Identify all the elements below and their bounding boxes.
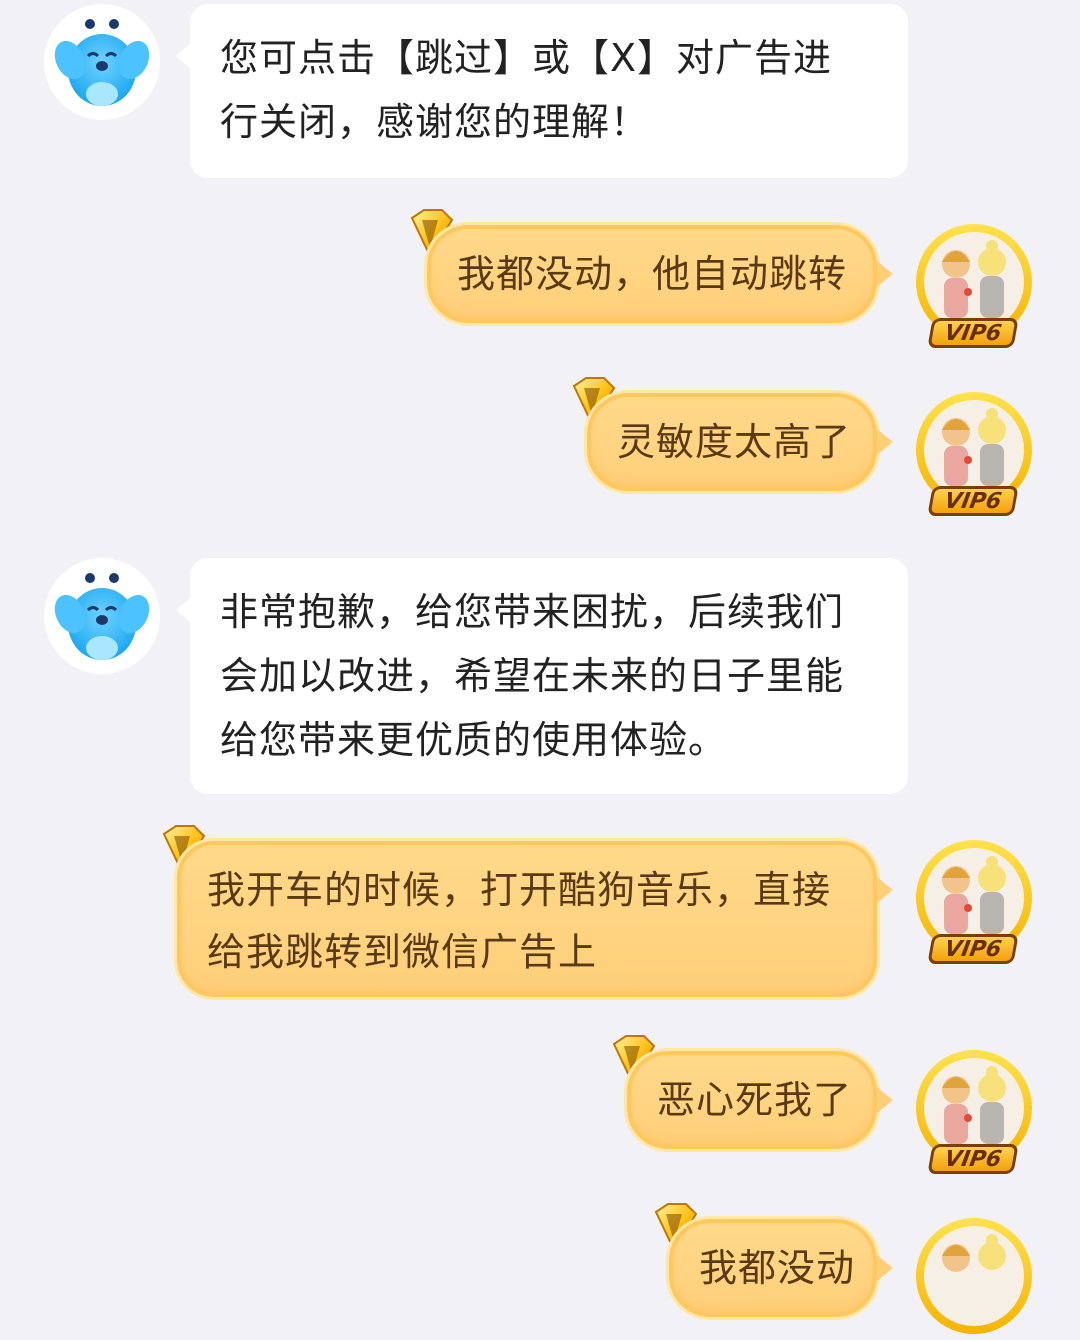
vip-badge: VIP6 <box>927 486 1019 516</box>
couple-figurine-avatar-icon <box>916 1218 1032 1334</box>
user-message-bubble: 我都没动 <box>666 1216 893 1320</box>
message-line: 非常抱歉，给您带来困扰，后续我们 <box>220 590 845 634</box>
bot-message-bubble: 非常抱歉，给您带来困扰，后续我们 会加以改进，希望在未来的日子里能 给您带来更优… <box>176 558 908 794</box>
message-line: 给您带来更优质的使用体验。 <box>220 718 728 762</box>
vip-badge: VIP6 <box>927 318 1019 348</box>
message-line: 您可点击【跳过】或【X】对广告进 <box>220 36 833 80</box>
blue-mascot-icon <box>54 19 150 106</box>
blue-mascot-icon <box>54 573 150 660</box>
message-line: 恶心死我了 <box>657 1078 853 1122</box>
vip-badge: VIP6 <box>927 934 1019 964</box>
message-line: 给我跳转到微信广告上 <box>207 930 598 974</box>
bot-message-bubble: 您可点击【跳过】或【X】对广告进 行关闭，感谢您的理解！ <box>176 4 908 178</box>
user-avatar[interactable]: VIP6 <box>912 390 1032 516</box>
user-message-bubble: 灵敏度太高了 <box>584 390 893 494</box>
bot-avatar[interactable] <box>44 558 160 674</box>
user-avatar[interactable]: VIP6 <box>912 1048 1032 1174</box>
message-line: 我都没动，他自动跳转 <box>457 252 848 296</box>
user-message-bubble: 我都没动，他自动跳转 <box>424 222 893 326</box>
user-message-bubble: 我开车的时候，打开酷狗音乐，直接 给我跳转到微信广告上 <box>174 838 893 1000</box>
message-line: 灵敏度太高了 <box>617 420 852 464</box>
user-avatar[interactable]: VIP6 <box>912 222 1032 348</box>
user-message-bubble: 恶心死我了 <box>624 1048 893 1152</box>
user-avatar[interactable]: VIP6 <box>912 838 1032 964</box>
message-line: 会加以改进，希望在未来的日子里能 <box>220 654 845 698</box>
message-line: 行关闭，感谢您的理解！ <box>220 100 650 144</box>
vip-badge: VIP6 <box>927 1144 1019 1174</box>
user-avatar[interactable] <box>912 1216 1032 1336</box>
message-line: 我开车的时候，打开酷狗音乐，直接 <box>207 868 832 912</box>
bot-avatar[interactable] <box>44 4 160 120</box>
